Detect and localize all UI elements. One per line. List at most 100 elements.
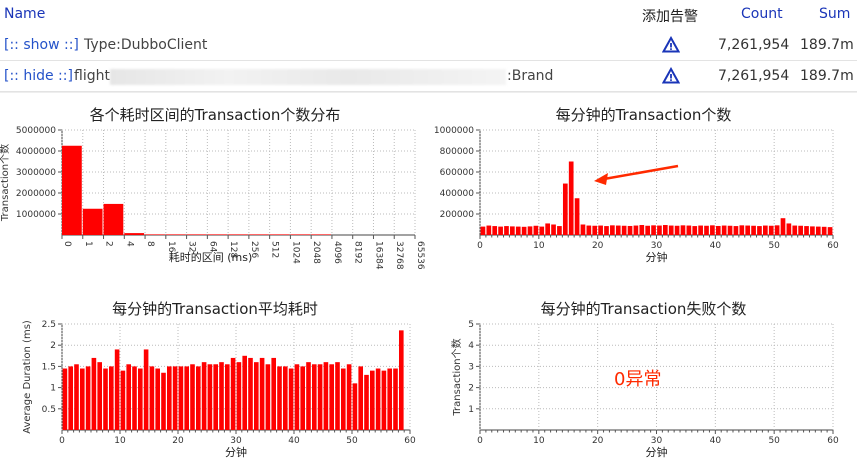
show-toggle-link[interactable]: [:: show ::] bbox=[4, 37, 79, 53]
bar bbox=[574, 198, 580, 235]
x-tick-label: 2 bbox=[104, 241, 114, 247]
bar bbox=[85, 366, 91, 430]
y-tick-label: 3 bbox=[468, 362, 474, 372]
bar bbox=[739, 225, 745, 235]
x-tick-label: 1 bbox=[83, 241, 93, 247]
bar bbox=[557, 226, 562, 235]
x-tick-label: 512 bbox=[270, 241, 280, 258]
bar bbox=[219, 362, 224, 430]
bar bbox=[680, 225, 686, 235]
bar bbox=[207, 364, 213, 430]
column-alert-header: 添加告警 bbox=[642, 9, 698, 25]
sum-value: 189.7m bbox=[800, 68, 854, 84]
bar bbox=[294, 364, 300, 430]
bar bbox=[615, 225, 621, 235]
x-tick-label: 256 bbox=[249, 241, 259, 258]
bar bbox=[155, 368, 160, 430]
warning-triangle-icon[interactable] bbox=[661, 35, 681, 54]
type-name-prefix: flight bbox=[74, 68, 110, 84]
sum-value: 189.7m bbox=[800, 37, 854, 53]
bar bbox=[68, 366, 73, 430]
bar bbox=[480, 226, 486, 235]
bar bbox=[196, 366, 201, 430]
x-tick-label: 0 bbox=[477, 241, 483, 251]
bar bbox=[190, 364, 195, 430]
y-tick-label: 4000000 bbox=[16, 147, 56, 157]
bar bbox=[798, 225, 803, 235]
x-tick-label: 60 bbox=[404, 436, 416, 446]
x-axis-label: 分钟 bbox=[646, 250, 668, 264]
bar bbox=[259, 357, 265, 430]
x-tick-label: 8 bbox=[145, 241, 155, 247]
bar bbox=[633, 225, 639, 235]
bar bbox=[358, 366, 363, 430]
bar bbox=[375, 368, 381, 430]
x-tick-label: 32 bbox=[187, 241, 197, 252]
bar bbox=[810, 226, 815, 235]
bar bbox=[254, 362, 259, 430]
x-tick-label: 40 bbox=[710, 241, 722, 251]
x-tick-label: 50 bbox=[346, 436, 358, 446]
bar bbox=[97, 362, 102, 430]
bar bbox=[91, 357, 97, 430]
bar bbox=[751, 225, 756, 235]
y-tick-label: 1 bbox=[468, 405, 474, 415]
bar bbox=[138, 368, 143, 430]
hide-toggle-link[interactable]: [:: hide ::] bbox=[4, 68, 73, 84]
bar bbox=[184, 366, 189, 430]
table-row: [:: show ::] Type:DubboClient 7,261,954 … bbox=[0, 30, 857, 61]
x-tick-label: 10 bbox=[114, 436, 126, 446]
bar bbox=[62, 368, 68, 430]
bar bbox=[763, 225, 768, 235]
bar bbox=[381, 370, 387, 430]
bar bbox=[821, 226, 827, 235]
bar bbox=[103, 203, 124, 235]
bar bbox=[248, 357, 253, 430]
section-divider bbox=[0, 92, 857, 93]
bar bbox=[627, 225, 633, 235]
x-axis-label: 分钟 bbox=[225, 445, 247, 459]
bar bbox=[598, 225, 603, 235]
bar bbox=[492, 226, 498, 235]
x-tick-label: 16384 bbox=[373, 241, 383, 270]
bar bbox=[657, 225, 662, 235]
bar bbox=[486, 225, 492, 235]
x-tick-label: 2048 bbox=[311, 241, 321, 264]
bar bbox=[745, 225, 751, 235]
y-tick-label: 2 bbox=[50, 341, 56, 351]
y-axis-label: Transaction个数 bbox=[0, 144, 11, 222]
y-axis-label: Transaction个数 bbox=[450, 338, 463, 416]
bar bbox=[510, 226, 515, 235]
type-name: Type:DubboClient bbox=[84, 37, 208, 53]
x-tick-label: 50 bbox=[768, 436, 780, 446]
bar bbox=[698, 225, 703, 235]
bar bbox=[786, 223, 792, 235]
bar bbox=[580, 224, 586, 235]
column-sum-header[interactable]: Sum bbox=[819, 6, 850, 22]
bar bbox=[399, 330, 404, 430]
bar bbox=[352, 383, 358, 430]
bar bbox=[586, 225, 592, 235]
table-row: [:: hide ::] flight :Brand 7,261,954 189… bbox=[0, 61, 857, 92]
bar bbox=[323, 362, 329, 430]
bar bbox=[317, 364, 323, 430]
y-tick-label: 1 bbox=[50, 384, 56, 394]
bar bbox=[201, 362, 207, 430]
duration-distribution-chart: 各个耗时区间的Transaction个数分布 1000000 2000000 300… bbox=[0, 104, 430, 274]
column-count-header[interactable]: Count bbox=[741, 6, 783, 22]
bar bbox=[662, 225, 668, 235]
bar bbox=[387, 368, 392, 430]
bar bbox=[604, 226, 609, 235]
column-name-header[interactable]: Name bbox=[4, 6, 45, 22]
bar bbox=[236, 362, 242, 430]
y-tick-label: 3000000 bbox=[16, 168, 56, 178]
bar bbox=[504, 226, 509, 235]
warning-triangle-icon[interactable] bbox=[661, 66, 681, 85]
bar bbox=[143, 349, 149, 430]
bar bbox=[186, 234, 207, 235]
bar bbox=[145, 234, 165, 235]
bar bbox=[715, 225, 721, 235]
bar bbox=[364, 374, 369, 430]
x-tick-label: 40 bbox=[710, 436, 722, 446]
bar bbox=[74, 364, 79, 430]
